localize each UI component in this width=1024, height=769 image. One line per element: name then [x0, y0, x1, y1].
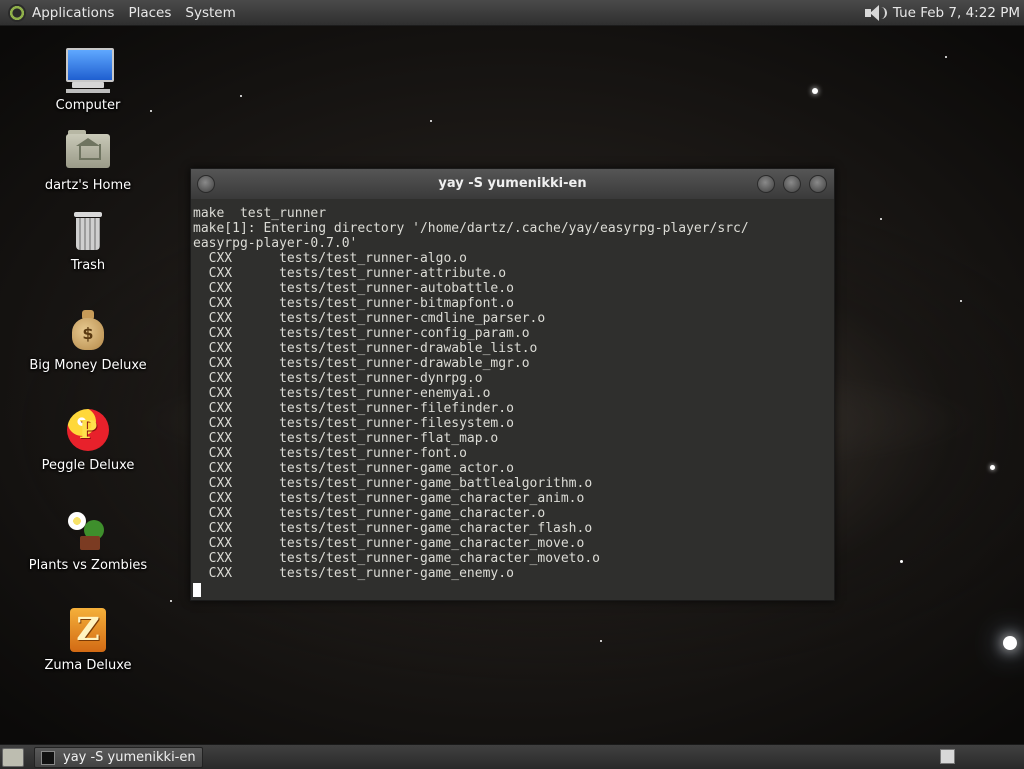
terminal-line: CXX tests/test_runner-bitmapfont.o	[193, 296, 514, 311]
star	[430, 120, 432, 122]
desktop-icon-big-money[interactable]: $ Big Money Deluxe	[23, 306, 153, 373]
desktop-icon-label: Peggle Deluxe	[41, 458, 135, 473]
star	[812, 88, 818, 94]
plants-vs-zombies-icon	[64, 506, 112, 554]
desktop-icon-home[interactable]: dartz's Home	[23, 126, 153, 193]
menu-system[interactable]: System	[185, 5, 235, 21]
desktop-icon-peggle[interactable]: P Peggle Deluxe	[23, 406, 153, 473]
terminal-icon	[41, 750, 55, 765]
show-desktop-icon[interactable]	[2, 748, 24, 767]
terminal-line: CXX tests/test_runner-game_battlealgorit…	[193, 476, 593, 491]
maximize-button[interactable]	[783, 175, 801, 193]
taskbar-window-button[interactable]: yay -S yumenikki-en	[34, 747, 203, 768]
terminal-line: CXX tests/test_runner-game_character_mov…	[193, 536, 585, 551]
volume-icon[interactable]	[863, 4, 887, 22]
taskbar-window-label: yay -S yumenikki-en	[63, 750, 196, 765]
distro-logo-icon[interactable]	[8, 3, 26, 22]
terminal-line: CXX tests/test_runner-drawable_list.o	[193, 341, 538, 356]
clock[interactable]: Tue Feb 7, 4:22 PM	[893, 5, 1020, 21]
zuma-icon: Z	[64, 606, 112, 654]
computer-icon	[64, 46, 114, 94]
star	[900, 560, 903, 563]
terminal-line: CXX tests/test_runner-filesystem.o	[193, 416, 514, 431]
star	[1003, 636, 1017, 650]
desktop-icon-label: Computer	[55, 98, 121, 113]
desktop-icon-zuma[interactable]: Z Zuma Deluxe	[23, 606, 153, 673]
terminal-line: make test_runner	[193, 206, 327, 221]
menu-places[interactable]: Places	[128, 5, 171, 21]
terminal-line: CXX tests/test_runner-drawable_mgr.o	[193, 356, 530, 371]
terminal-window[interactable]: yay -S yumenikki-en make test_runner make…	[190, 168, 835, 601]
trash-icon	[64, 206, 112, 254]
terminal-line: CXX tests/test_runner-autobattle.o	[193, 281, 514, 296]
close-button[interactable]	[809, 175, 827, 193]
terminal-output[interactable]: make test_runner make[1]: Entering direct…	[191, 199, 834, 600]
terminal-line: CXX tests/test_runner-filefinder.o	[193, 401, 514, 416]
money-bag-icon: $	[64, 306, 112, 354]
terminal-line: CXX tests/test_runner-game_character.o	[193, 506, 546, 521]
terminal-line: CXX tests/test_runner-attribute.o	[193, 266, 507, 281]
desktop-icon-trash[interactable]: Trash	[23, 206, 153, 273]
terminal-line: CXX tests/test_runner-algo.o	[193, 251, 467, 266]
bottom-panel: yay -S yumenikki-en	[0, 744, 1024, 769]
star	[990, 465, 995, 470]
peggle-icon: P	[64, 406, 112, 454]
terminal-line: CXX tests/test_runner-font.o	[193, 446, 467, 461]
terminal-line: CXX tests/test_runner-game_character_mov…	[193, 551, 600, 566]
desktop-icon-label: Plants vs Zombies	[28, 558, 148, 573]
terminal-line: make[1]: Entering directory '/home/dartz…	[193, 221, 749, 236]
star	[880, 218, 882, 220]
star	[960, 300, 962, 302]
terminal-line: CXX tests/test_runner-enemyai.o	[193, 386, 491, 401]
terminal-line: CXX tests/test_runner-dynrpg.o	[193, 371, 483, 386]
desktop-icon-label: Trash	[70, 258, 106, 273]
star	[240, 95, 242, 97]
star	[600, 640, 602, 642]
star	[170, 600, 172, 602]
desktop-icon-computer[interactable]: Computer	[23, 46, 153, 113]
system-tray: Tue Feb 7, 4:22 PM	[863, 0, 1024, 25]
desktop-icon-label: Big Money Deluxe	[29, 358, 147, 373]
desktop-icon-plants-vs-zombies[interactable]: Plants vs Zombies	[23, 506, 153, 573]
terminal-cursor	[193, 583, 201, 597]
terminal-line: CXX tests/test_runner-game_character_fla…	[193, 521, 593, 536]
terminal-line: CXX tests/test_runner-game_actor.o	[193, 461, 514, 476]
terminal-line: CXX tests/test_runner-cmdline_parser.o	[193, 311, 546, 326]
terminal-line: CXX tests/test_runner-game_enemy.o	[193, 566, 514, 581]
star	[945, 56, 947, 58]
terminal-line: easyrpg-player-0.7.0'	[193, 236, 358, 251]
workspace-switcher[interactable]	[940, 749, 955, 764]
desktop-icon-label: dartz's Home	[44, 178, 132, 193]
window-title: yay -S yumenikki-en	[438, 176, 587, 191]
menu-applications[interactable]: Applications	[32, 5, 114, 21]
terminal-line: CXX tests/test_runner-flat_map.o	[193, 431, 499, 446]
terminal-line: CXX tests/test_runner-game_character_ani…	[193, 491, 585, 506]
top-panel: Applications Places System Tue Feb 7, 4:…	[0, 0, 1024, 26]
minimize-button[interactable]	[757, 175, 775, 193]
home-folder-icon	[64, 126, 112, 174]
window-titlebar[interactable]: yay -S yumenikki-en	[191, 169, 834, 199]
terminal-line: CXX tests/test_runner-config_param.o	[193, 326, 530, 341]
desktop-icon-label: Zuma Deluxe	[44, 658, 132, 673]
